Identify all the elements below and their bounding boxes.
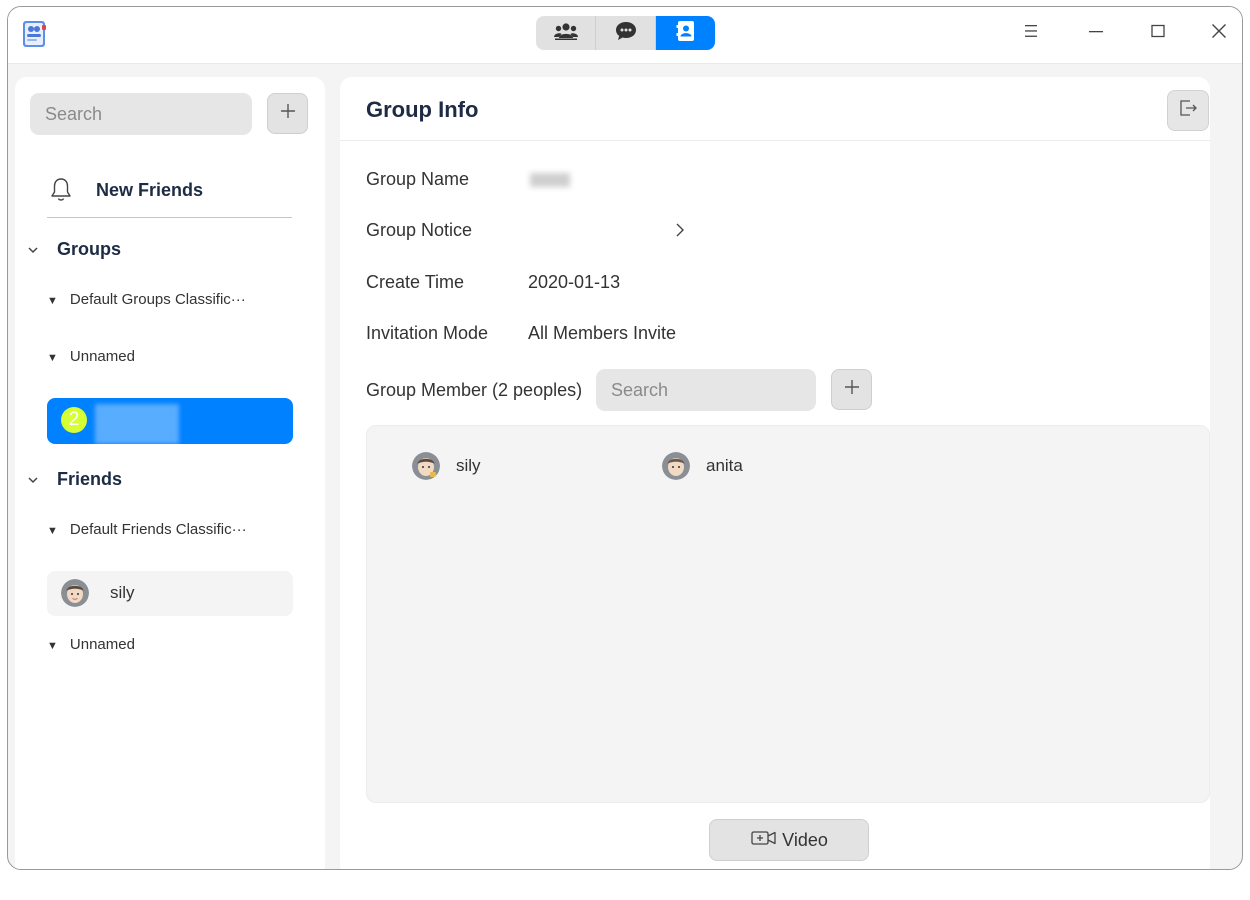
friend-category-label: Unnamed bbox=[69, 636, 135, 653]
friends-title: Friends bbox=[57, 469, 123, 489]
friend-item[interactable]: sily bbox=[47, 571, 293, 616]
close-icon bbox=[1211, 23, 1227, 44]
tab-groups[interactable] bbox=[536, 16, 596, 50]
friend-category-label: Default Friends Classific··· bbox=[69, 521, 247, 538]
chevron-down-icon bbox=[27, 243, 41, 258]
member-name: sily bbox=[456, 456, 481, 475]
add-contact-button[interactable] bbox=[267, 93, 308, 134]
close-button[interactable] bbox=[1205, 19, 1233, 47]
invitation-mode-value: All Members Invite bbox=[528, 323, 677, 343]
friends-section-header[interactable]: Friends bbox=[27, 469, 122, 490]
avatar bbox=[412, 452, 440, 480]
group-icon bbox=[553, 21, 579, 46]
caret-down-icon: ▼ bbox=[47, 352, 58, 364]
invitation-mode-label: Invitation Mode bbox=[366, 323, 489, 343]
add-member-button[interactable] bbox=[831, 369, 872, 410]
maximize-button[interactable] bbox=[1144, 19, 1172, 47]
maximize-icon bbox=[1150, 23, 1166, 44]
search-placeholder: Search bbox=[45, 104, 103, 124]
member-item[interactable]: anita bbox=[662, 452, 743, 480]
member-search-input[interactable]: Search bbox=[596, 369, 816, 411]
member-item[interactable]: sily bbox=[412, 452, 481, 480]
leave-group-button[interactable] bbox=[1167, 90, 1209, 131]
create-time-label: Create Time bbox=[366, 272, 465, 292]
search-placeholder: Search bbox=[611, 380, 669, 400]
blurred-group-name bbox=[95, 404, 179, 444]
group-badge: 2 bbox=[61, 407, 87, 433]
view-switcher bbox=[536, 16, 715, 50]
tab-contacts[interactable] bbox=[656, 16, 715, 50]
video-camera-icon bbox=[750, 829, 778, 852]
caret-down-icon: ▼ bbox=[47, 525, 58, 537]
group-member-label: Group Member (2 peoples) bbox=[366, 380, 583, 400]
tab-chat[interactable] bbox=[596, 16, 656, 50]
contact-search-input[interactable]: Search bbox=[30, 93, 252, 135]
friend-name: sily bbox=[110, 583, 135, 602]
group-category-unnamed[interactable]: ▼ Unnamed bbox=[47, 348, 135, 365]
titlebar bbox=[8, 7, 1242, 64]
groups-title: Groups bbox=[57, 239, 122, 259]
bell-icon bbox=[49, 176, 73, 209]
menu-icon bbox=[1024, 24, 1040, 43]
create-time-value: 2020-01-13 bbox=[528, 272, 621, 292]
contacts-sidebar: Search New Friends Groups ▼ Default Group… bbox=[15, 77, 325, 869]
avatar bbox=[61, 579, 89, 607]
member-name: anita bbox=[706, 456, 743, 475]
caret-down-icon: ▼ bbox=[47, 640, 58, 652]
member-list: sily anita bbox=[366, 425, 1210, 803]
chat-icon bbox=[614, 20, 638, 47]
plus-icon bbox=[843, 378, 861, 401]
friend-category-default[interactable]: ▼ Default Friends Classific··· bbox=[47, 521, 247, 538]
avatar bbox=[662, 452, 690, 480]
minimize-icon bbox=[1088, 23, 1104, 44]
chevron-down-icon bbox=[27, 473, 41, 488]
chevron-right-icon[interactable] bbox=[674, 221, 686, 244]
new-friends-label: New Friends bbox=[96, 180, 204, 200]
contacts-icon bbox=[675, 20, 697, 47]
minimize-button[interactable] bbox=[1082, 19, 1110, 47]
panel-header: Group Info bbox=[340, 77, 1210, 141]
app-window: Search New Friends Groups ▼ Default Group… bbox=[7, 6, 1243, 870]
video-call-button[interactable]: Video bbox=[709, 819, 869, 861]
selected-group-item[interactable]: 2 bbox=[47, 398, 293, 444]
groups-section-header[interactable]: Groups bbox=[27, 239, 121, 260]
group-category-label: Unnamed bbox=[69, 348, 135, 365]
blurred-group-name-value bbox=[530, 173, 570, 187]
group-name-label: Group Name bbox=[366, 169, 470, 189]
group-category-default[interactable]: ▼ Default Groups Classific··· bbox=[47, 291, 246, 308]
video-label: Video bbox=[782, 829, 828, 850]
exit-icon bbox=[1177, 97, 1199, 124]
plus-icon bbox=[279, 102, 297, 125]
group-category-label: Default Groups Classific··· bbox=[69, 291, 246, 308]
page-title: Group Info bbox=[366, 97, 479, 122]
caret-down-icon: ▼ bbox=[47, 295, 58, 307]
group-notice-label: Group Notice bbox=[366, 220, 473, 240]
menu-button[interactable] bbox=[1018, 19, 1046, 47]
group-info-panel: Group Info Group Name Group Notice Creat… bbox=[340, 77, 1210, 869]
new-friends-item[interactable]: New Friends bbox=[47, 174, 292, 218]
friend-category-unnamed[interactable]: ▼ Unnamed bbox=[47, 636, 135, 653]
app-logo-icon bbox=[18, 17, 50, 49]
